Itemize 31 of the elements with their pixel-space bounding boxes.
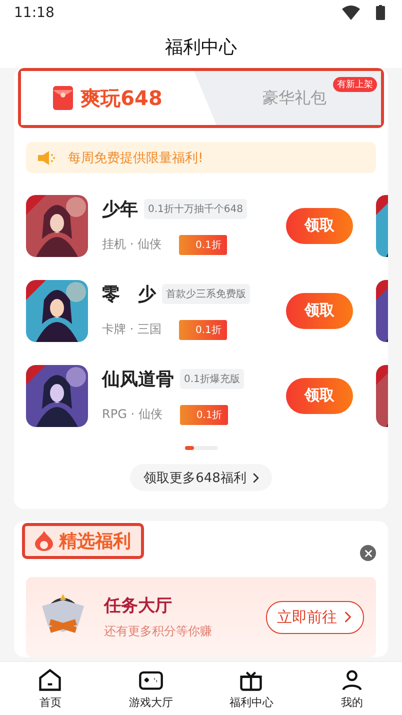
discount-tag: 0.1折 — [179, 320, 228, 340]
game-tag: 0.1折爆充版 — [180, 368, 244, 388]
notice-text: 每周免费提供限量福利! — [68, 150, 204, 166]
flame-icon — [35, 531, 53, 551]
game-name: 零 少 — [102, 282, 156, 306]
discount-tag: 0.1折 — [179, 234, 228, 254]
house-icon — [37, 667, 64, 693]
game-genre: 卡牌 · 三国 — [102, 321, 162, 338]
speaker-icon — [38, 150, 56, 164]
game-genre: 挂机 · 仙侠 — [102, 236, 162, 253]
new-badge: 有新上架 — [333, 77, 377, 92]
discount-tag: 0.1折 — [180, 404, 228, 424]
game-tag: 0.1折十万抽千个648 — [144, 198, 247, 218]
game-name: 仙风道骨 — [102, 368, 174, 390]
status-icons — [342, 5, 388, 21]
task-title: 任务大厅 — [104, 595, 173, 617]
close-button[interactable] — [360, 545, 376, 561]
claim-button[interactable]: 领取 — [286, 208, 353, 244]
game-tag: 首款少三系免费版 — [162, 284, 250, 304]
task-subtitle: 还有更多积分等你赚 — [104, 623, 213, 640]
game-genre: RPG · 仙侠 — [102, 406, 162, 423]
go-button[interactable]: 立即前往 — [266, 600, 364, 634]
section-title: 精选福利 — [59, 530, 131, 553]
close-icon — [362, 548, 374, 558]
claim-button[interactable]: 领取 — [286, 292, 353, 328]
game-name: 少年 — [102, 198, 138, 220]
envelope-icon — [52, 86, 73, 110]
more-button[interactable]: 领取更多648福利 — [130, 464, 272, 491]
page-title: 福利中心 — [165, 36, 237, 59]
claim-button[interactable]: 领取 — [286, 378, 353, 414]
status-time: 11:18 — [14, 5, 54, 21]
